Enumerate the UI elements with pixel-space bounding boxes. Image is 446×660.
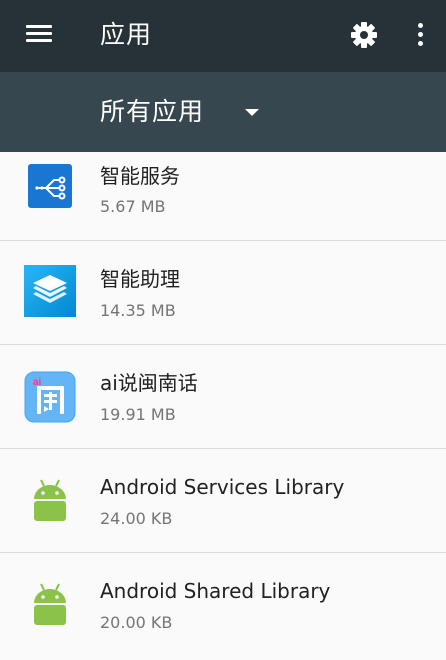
app-toolbar: 应用 (0, 0, 446, 72)
min-character-icon: ai (24, 371, 76, 423)
app-name: Android Services Library (100, 475, 345, 499)
gear-icon[interactable] (348, 19, 380, 51)
android-robot-icon (24, 475, 76, 527)
filter-selected-label: 所有应用 (100, 97, 205, 126)
list-item[interactable]: 智能助理 14.35 MB (0, 241, 446, 345)
list-item[interactable]: 智能服务 5.67 MB (0, 152, 446, 241)
app-size: 19.91 MB (100, 405, 176, 424)
app-name: 智能助理 (100, 267, 180, 291)
more-vertical-icon[interactable] (406, 20, 434, 50)
app-size: 5.67 MB (100, 197, 166, 216)
app-size: 20.00 KB (100, 613, 173, 632)
hamburger-menu-icon[interactable] (26, 24, 52, 44)
layers-stack-icon (24, 265, 76, 317)
list-item[interactable]: ai ai说闽南话 19.91 MB (0, 345, 446, 449)
android-robot-icon (24, 579, 76, 631)
app-size: 14.35 MB (100, 301, 176, 320)
app-size: 24.00 KB (100, 509, 173, 528)
list-item[interactable]: Android Services Library 24.00 KB (0, 449, 446, 553)
app-name: 智能服务 (100, 164, 180, 188)
app-filter-dropdown[interactable]: 所有应用 (100, 92, 280, 132)
page-title: 应用 (100, 20, 153, 49)
dropdown-caret-icon (245, 109, 259, 116)
app-name: Android Shared Library (100, 579, 331, 603)
app-list[interactable]: 智能服务 5.67 MB 智能助理 14.35 MB ai ai说闽南话 19.… (0, 152, 446, 660)
app-name: ai说闽南话 (100, 371, 198, 395)
list-item[interactable]: Android Shared Library 20.00 KB (0, 553, 446, 657)
filter-bar: 所有应用 (0, 72, 446, 152)
share-nodes-icon (24, 160, 76, 212)
